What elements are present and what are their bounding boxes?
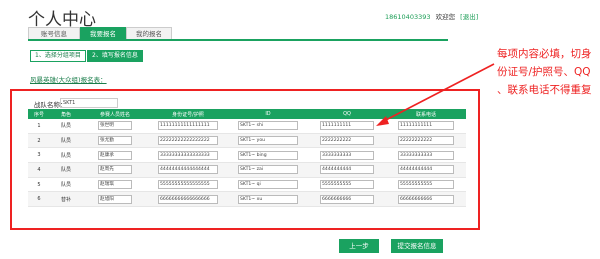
tab-underline	[28, 39, 448, 41]
step-select-group[interactable]: 1、选择分组项目	[30, 50, 86, 62]
user-greeting: 欢迎您	[435, 13, 456, 21]
step-fill-info: 2、填写报名信息	[87, 50, 143, 62]
form-subtitle: 风暴英雄(大众组)报名表：	[30, 76, 107, 84]
user-phone: 18610403393	[385, 13, 431, 21]
user-bar: 18610403393 欢迎您 [退出]	[385, 11, 478, 21]
annotation-line-1: 每项内容必填，切身	[497, 48, 592, 60]
logout-link[interactable]: [退出]	[460, 13, 478, 21]
annotation-line-3: 、联系电话不得重复	[497, 84, 592, 96]
annotation-arrow-icon	[376, 63, 495, 126]
submit-registration-button[interactable]: 提交报名信息	[391, 239, 443, 253]
annotation-note: 每项内容必填，切身 份证号/护照号、QQ 、联系电话不得重复	[497, 45, 597, 99]
annotation-line-2: 份证号/护照号、QQ	[497, 66, 591, 78]
previous-step-button[interactable]: 上一步	[339, 239, 379, 253]
